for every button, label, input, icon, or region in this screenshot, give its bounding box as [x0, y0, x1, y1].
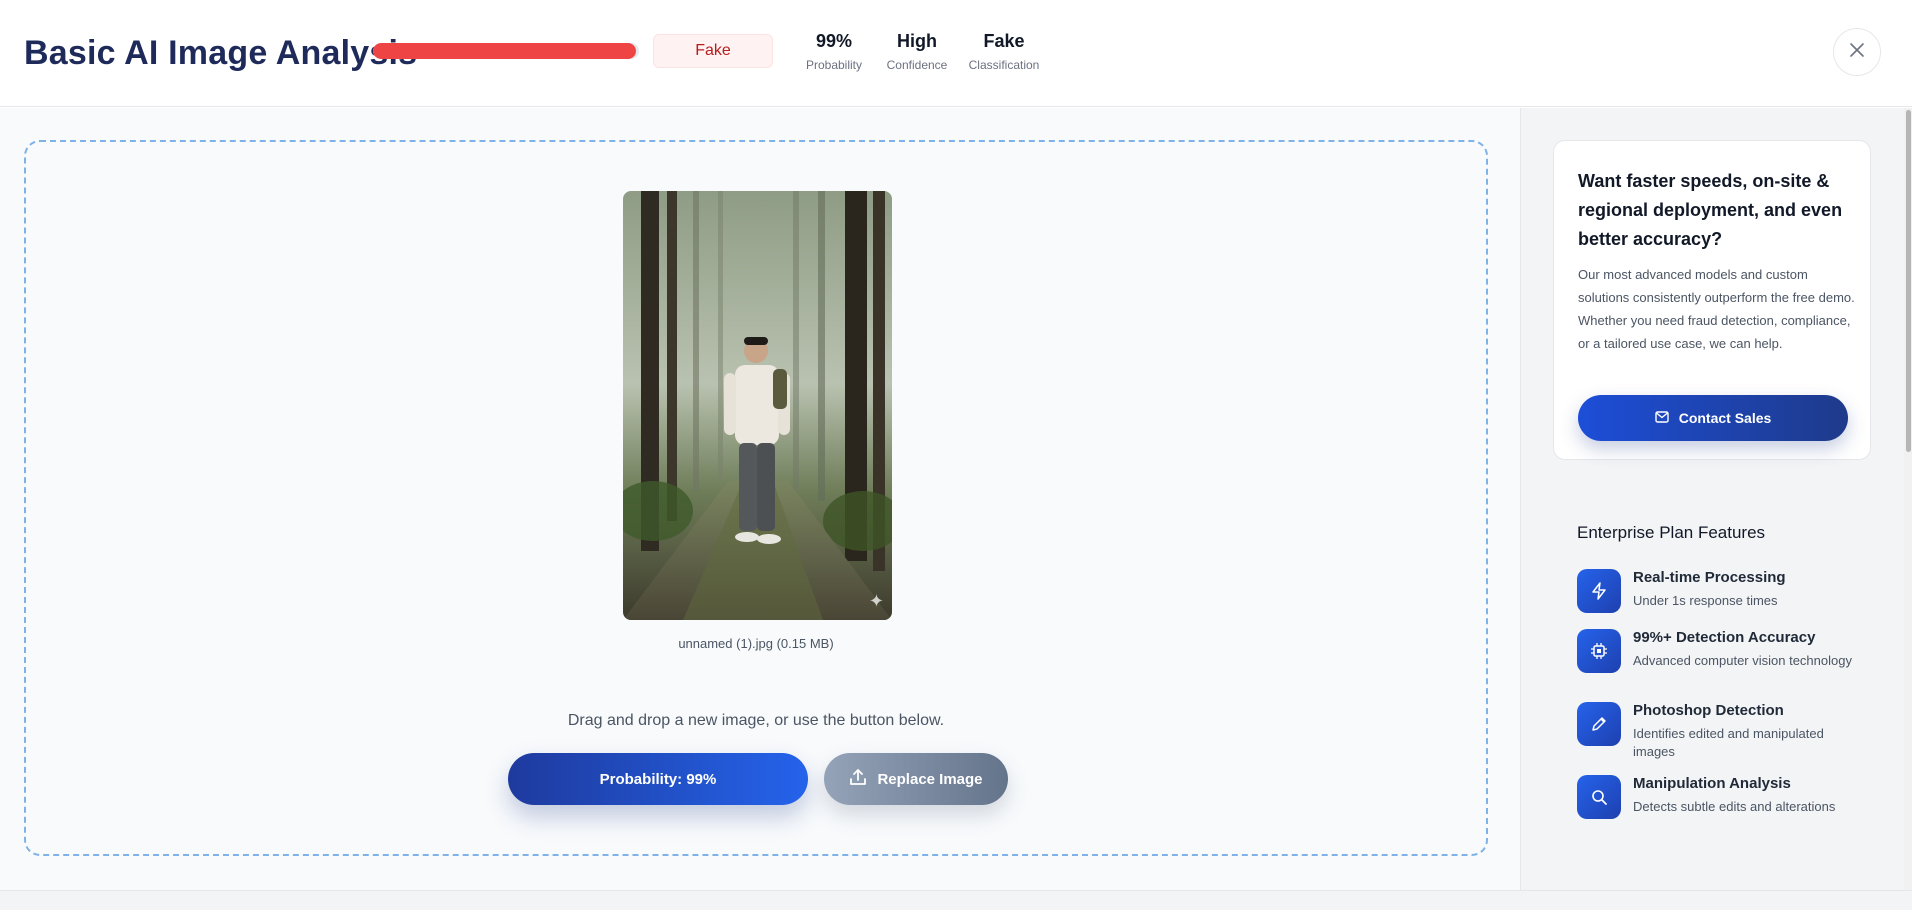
promo-card: Want faster speeds, on-site & regional d…	[1553, 140, 1871, 460]
replace-image-label: Replace Image	[877, 770, 983, 788]
feature-desc: Under 1s response times	[1633, 593, 1778, 608]
feature-desc: Detects subtle edits and alterations	[1633, 799, 1836, 814]
feature-title: Photoshop Detection	[1633, 702, 1784, 719]
feature-item-photoshop: Photoshop Detection Identifies edited an…	[1577, 702, 1877, 772]
stat-confidence: High Confidence	[882, 31, 952, 72]
feature-item-manipulation: Manipulation Analysis Detects subtle edi…	[1577, 775, 1877, 845]
search-icon	[1577, 775, 1621, 819]
feature-desc: Identifies edited and manipulated images	[1633, 726, 1824, 759]
probability-bar-fill	[373, 43, 637, 59]
chip-icon	[1577, 629, 1621, 673]
close-icon	[1849, 42, 1865, 63]
replace-image-button[interactable]: Replace Image	[824, 753, 1008, 805]
main-area: ✦ unnamed (1).jpg (0.15 MB) Drag and dro…	[0, 108, 1520, 890]
scrollbar-thumb[interactable]	[1906, 110, 1911, 452]
feature-desc: Advanced computer vision technology	[1633, 653, 1852, 668]
sparkle-icon: ✦	[868, 591, 884, 611]
feature-title: Real-time Processing	[1633, 569, 1786, 586]
stat-confidence-label: Confidence	[886, 58, 948, 72]
pencil-icon	[1577, 702, 1621, 746]
contact-sales-label: Contact Sales	[1678, 410, 1772, 426]
stat-classification-value: Fake	[983, 31, 1025, 51]
drag-hint-text: Drag and drop a new image, or use the bu…	[567, 712, 945, 729]
feature-title: Manipulation Analysis	[1633, 775, 1791, 792]
page-title: Basic AI Image Analysis	[24, 34, 418, 72]
close-button[interactable]	[1833, 28, 1881, 76]
promo-body: Our most advanced models and custom solu…	[1578, 267, 1855, 351]
stat-probability: 99% Probability	[804, 31, 864, 72]
features-title: Enterprise Plan Features	[1577, 523, 1766, 542]
header: Basic AI Image Analysis Fake 99% Probabi…	[0, 0, 1912, 107]
image-dropzone[interactable]: ✦ unnamed (1).jpg (0.15 MB) Drag and dro…	[24, 140, 1488, 856]
stat-probability-value: 99%	[815, 31, 853, 51]
stat-classification: Fake Classification	[966, 31, 1042, 72]
feature-item-accuracy: 99%+ Detection Accuracy Advanced compute…	[1577, 629, 1877, 699]
promo-title: Want faster speeds, on-site & regional d…	[1578, 171, 1843, 249]
probability-bar	[373, 43, 639, 59]
file-name: unnamed (1).jpg (0.15 MB)	[678, 636, 834, 651]
sidebar: Want faster speeds, on-site & regional d…	[1520, 108, 1912, 890]
stat-confidence-value: High	[897, 31, 937, 51]
contact-sales-button[interactable]: Contact Sales	[1578, 395, 1848, 441]
stat-classification-label: Classification	[968, 58, 1040, 72]
upload-icon	[849, 768, 867, 790]
feature-title: 99%+ Detection Accuracy	[1633, 629, 1816, 646]
mail-icon	[1655, 410, 1669, 426]
verdict-badge: Fake	[653, 34, 773, 68]
lightning-icon	[1577, 569, 1621, 613]
probability-button-label: Probability: 99%	[599, 770, 717, 788]
bottom-strip	[0, 890, 1912, 910]
uploaded-image-preview: ✦	[623, 191, 892, 620]
stat-probability-label: Probability	[805, 58, 863, 72]
probability-button[interactable]: Probability: 99%	[508, 753, 808, 805]
